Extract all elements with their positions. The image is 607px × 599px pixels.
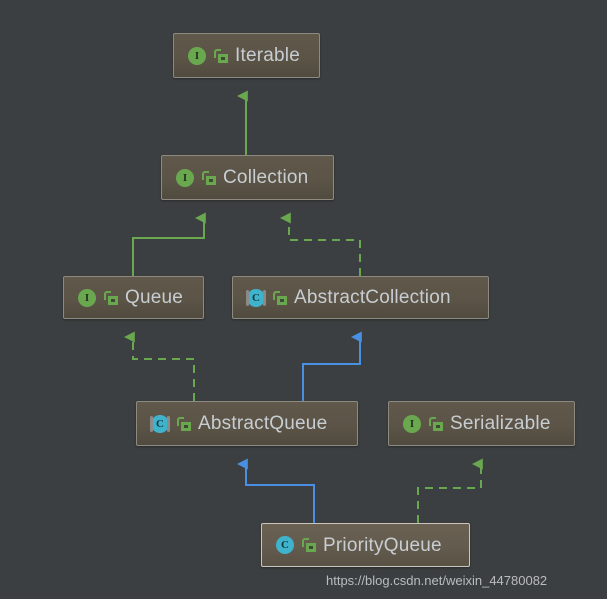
abstract-class-icon: C (246, 288, 266, 308)
class-node-label: AbstractQueue (198, 413, 328, 434)
class-node-iterable[interactable]: I Iterable (173, 33, 320, 78)
edge-implements[interactable] (279, 212, 361, 276)
class-node-queue[interactable]: I Queue (63, 276, 204, 319)
public-visibility-icon (429, 416, 443, 431)
public-visibility-icon (273, 290, 287, 305)
class-node-priorityqueue[interactable]: C PriorityQueue (261, 523, 470, 567)
interface-icon: I (175, 168, 195, 188)
padlock-keyhole (209, 178, 213, 182)
class-node-collection[interactable]: I Collection (161, 155, 334, 200)
class-node-label: Serializable (450, 413, 551, 434)
class-icon: C (275, 535, 295, 555)
edge-implements[interactable] (123, 331, 195, 401)
padlock-keyhole (280, 298, 284, 302)
type-glyph: I (78, 288, 96, 307)
edge-extends[interactable] (302, 331, 362, 401)
interface-icon: I (77, 288, 97, 308)
type-glyph: I (176, 168, 194, 187)
type-glyph: I (188, 46, 206, 65)
public-visibility-icon (302, 538, 316, 552)
public-visibility-icon (177, 416, 191, 431)
type-glyph: I (403, 414, 421, 433)
class-node-serializable[interactable]: I Serializable (388, 401, 575, 446)
class-node-label: Iterable (235, 45, 300, 66)
watermark-text: https://blog.csdn.net/weixin_44780082 (326, 573, 548, 588)
padlock-keyhole (184, 424, 188, 428)
public-visibility-icon (104, 290, 118, 305)
interface-icon: I (402, 414, 422, 434)
padlock-keyhole (309, 546, 313, 549)
edge-extends[interactable] (236, 458, 315, 523)
padlock-keyhole (111, 298, 115, 302)
class-node-abstractcollection[interactable]: C AbstractCollection (232, 276, 489, 319)
class-node-label: AbstractCollection (294, 287, 451, 308)
edge-implements[interactable] (417, 458, 483, 523)
abstract-class-icon: C (150, 414, 170, 434)
uml-diagram-canvas: I Iterable I Collection I Queue C AbstractColle… (0, 0, 607, 599)
public-visibility-icon (202, 170, 216, 185)
public-visibility-icon (214, 48, 228, 63)
padlock-keyhole (221, 56, 225, 60)
type-glyph: C (276, 536, 294, 554)
class-node-label: PriorityQueue (323, 534, 442, 556)
class-node-label: Collection (223, 167, 309, 188)
edge-extends[interactable] (132, 212, 206, 276)
class-node-abstractqueue[interactable]: C AbstractQueue (136, 401, 358, 446)
type-glyph: C (151, 414, 169, 433)
padlock-keyhole (436, 424, 440, 428)
class-node-label: Queue (125, 287, 184, 308)
interface-icon: I (187, 46, 207, 66)
type-glyph: C (247, 288, 265, 307)
